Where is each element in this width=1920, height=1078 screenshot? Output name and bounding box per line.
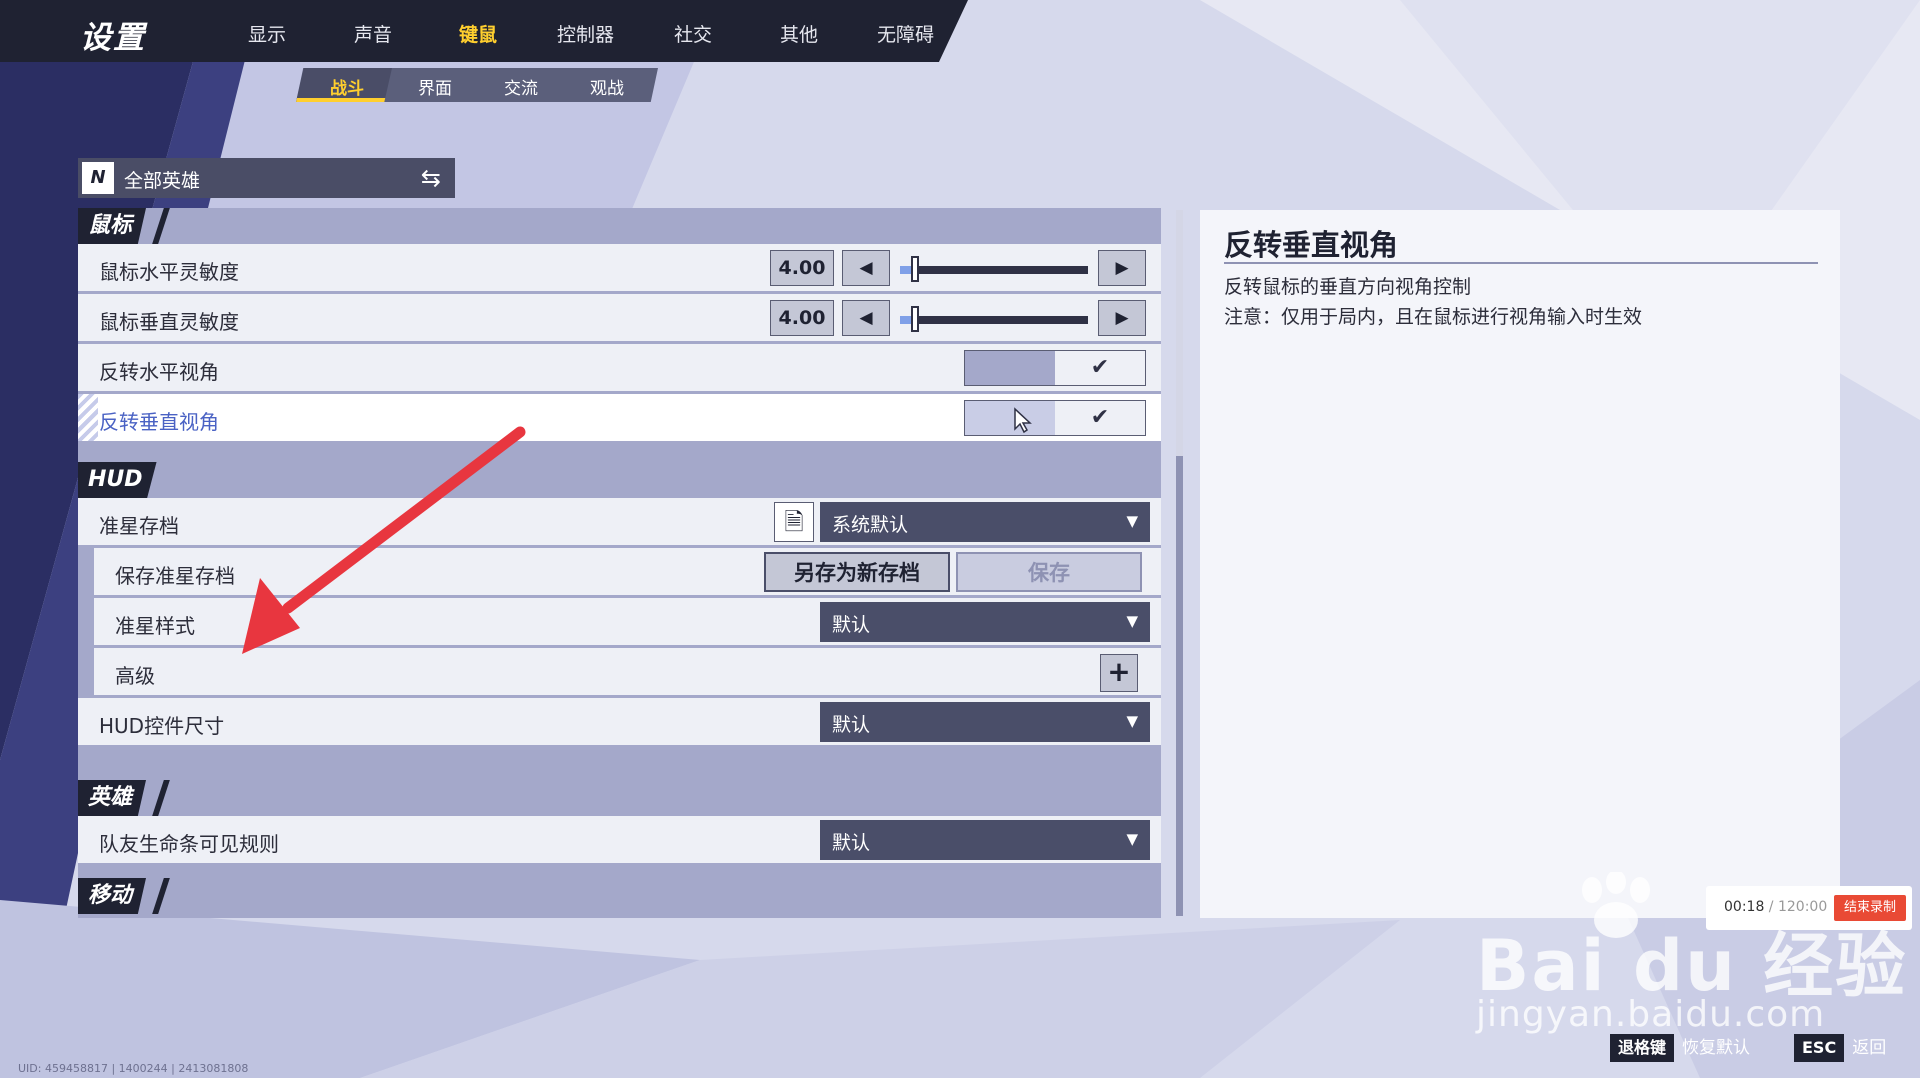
settings-title: 设置 bbox=[80, 20, 146, 56]
invert-horizontal-toggle[interactable]: ✔ bbox=[964, 350, 1146, 386]
dropdown-value: 默认 bbox=[832, 832, 871, 854]
dropdown-value: 系统默认 bbox=[832, 514, 909, 536]
save-file-icon[interactable]: 🗎 bbox=[774, 502, 814, 542]
settings-scrollbar[interactable] bbox=[1176, 210, 1183, 916]
section-divider bbox=[152, 780, 170, 816]
hint-label: 返回 bbox=[1852, 1038, 1887, 1058]
setting-label: 鼠标水平灵敏度 bbox=[99, 260, 239, 284]
setting-row-hud-size: HUD控件尺寸 默认 ▼ bbox=[78, 698, 1161, 748]
setting-label: 准星样式 bbox=[115, 614, 195, 638]
dropdown-value: 默认 bbox=[832, 614, 871, 636]
mouse-cursor-icon bbox=[1014, 407, 1032, 434]
watermark-url: jingyan.baidu.com bbox=[1476, 994, 1826, 1035]
sensitivity-slider-handle[interactable] bbox=[911, 306, 920, 332]
chevron-down-icon: ▼ bbox=[1126, 512, 1138, 530]
section-header-hero: 英雄 bbox=[78, 780, 1161, 816]
subtab-communication[interactable]: 交流 bbox=[504, 74, 538, 99]
teammate-health-dropdown[interactable]: 默认 ▼ bbox=[820, 820, 1150, 860]
save-as-new-button[interactable]: 另存为新存档 bbox=[764, 552, 950, 592]
dropdown-value: 默认 bbox=[832, 714, 871, 736]
decrease-button[interactable]: ◀ bbox=[842, 300, 890, 336]
swap-icon[interactable]: ⇆ bbox=[421, 164, 441, 192]
settings-panel: 鼠标 鼠标水平灵敏度 4.00 ◀ ▶ 鼠标垂直灵敏度 4.00 ◀ ▶ 反转水… bbox=[78, 208, 1161, 918]
subtab-interface[interactable]: 界面 bbox=[418, 74, 452, 99]
setting-row-invert-vertical: 反转垂直视角 ✔ bbox=[78, 394, 1161, 444]
chevron-down-icon: ▼ bbox=[1126, 612, 1138, 630]
decrease-button[interactable]: ◀ bbox=[842, 250, 890, 286]
setting-row-vertical-sensitivity: 鼠标垂直灵敏度 4.00 ◀ ▶ bbox=[78, 294, 1161, 344]
toggle-off-side bbox=[965, 401, 1055, 435]
hint-return[interactable]: ESC 返回 bbox=[1794, 1034, 1886, 1062]
section-title-movement: 移动 bbox=[78, 878, 147, 914]
setting-row-crosshair-style: 准星样式 默认 ▼ bbox=[94, 598, 1161, 648]
tab-social[interactable]: 社交 bbox=[674, 20, 712, 47]
subtab-combat[interactable]: 战斗 bbox=[330, 74, 364, 99]
expand-plus-icon[interactable]: + bbox=[1100, 654, 1138, 692]
setting-row-horizontal-sensitivity: 鼠标水平灵敏度 4.00 ◀ ▶ bbox=[78, 244, 1161, 294]
tab-audio[interactable]: 声音 bbox=[354, 20, 392, 47]
setting-row-crosshair-profile: 准星存档 🗎 系统默认 ▼ bbox=[78, 498, 1161, 548]
invert-vertical-toggle[interactable]: ✔ bbox=[964, 400, 1146, 436]
hud-size-dropdown[interactable]: 默认 ▼ bbox=[820, 702, 1150, 742]
section-divider bbox=[152, 208, 170, 244]
tab-display[interactable]: 显示 bbox=[248, 20, 286, 47]
sensitivity-value-input[interactable]: 4.00 bbox=[770, 300, 834, 336]
setting-label: 反转水平视角 bbox=[99, 360, 219, 384]
description-divider bbox=[1224, 262, 1818, 264]
hint-label: 恢复默认 bbox=[1682, 1038, 1751, 1058]
section-title-mouse: 鼠标 bbox=[78, 208, 147, 244]
setting-label: 反转垂直视角 bbox=[99, 410, 219, 434]
section-header-hud: HUD bbox=[78, 462, 1161, 498]
sensitivity-slider-track[interactable] bbox=[900, 316, 1088, 324]
setting-row-invert-horizontal: 反转水平视角 ✔ bbox=[78, 344, 1161, 394]
hero-selector[interactable]: N 全部英雄 ⇆ bbox=[78, 158, 455, 198]
chevron-down-icon: ▼ bbox=[1126, 830, 1138, 848]
setting-label: 高级 bbox=[115, 664, 155, 688]
tab-other[interactable]: 其他 bbox=[780, 20, 818, 47]
tab-accessibility[interactable]: 无障碍 bbox=[877, 20, 934, 47]
selection-marker bbox=[78, 394, 98, 441]
top-navigation-bar: 设置 显示 声音 键鼠 控制器 社交 其他 无障碍 bbox=[0, 0, 968, 62]
section-divider bbox=[152, 878, 170, 914]
checkmark-icon: ✔ bbox=[1055, 401, 1145, 435]
sub-navigation-bar: 战斗 界面 交流 观战 bbox=[296, 68, 658, 102]
hero-selector-label: 全部英雄 bbox=[124, 170, 201, 192]
backspace-key: 退格键 bbox=[1610, 1034, 1675, 1062]
description-title: 反转垂直视角 bbox=[1224, 228, 1399, 262]
checkmark-icon: ✔ bbox=[1055, 351, 1145, 385]
chevron-down-icon: ▼ bbox=[1126, 712, 1138, 730]
setting-label: HUD控件尺寸 bbox=[99, 714, 225, 738]
setting-label: 准星存档 bbox=[99, 514, 179, 538]
tab-keyboard-mouse[interactable]: 键鼠 bbox=[459, 20, 497, 47]
sensitivity-slider-handle[interactable] bbox=[911, 256, 920, 282]
tab-controller[interactable]: 控制器 bbox=[557, 20, 614, 47]
description-note: 注意：仅用于局内，且在鼠标进行视角输入时生效 bbox=[1224, 306, 1643, 328]
toggle-off-side bbox=[965, 351, 1055, 385]
subtab-spectate[interactable]: 观战 bbox=[590, 74, 624, 99]
save-button[interactable]: 保存 bbox=[956, 552, 1142, 592]
increase-button[interactable]: ▶ bbox=[1098, 300, 1146, 336]
section-header-movement: 移动 bbox=[78, 878, 1161, 914]
uid-text: UID: 459458817 | 1400244 | 2413081808 bbox=[18, 1062, 249, 1075]
setting-label: 鼠标垂直灵敏度 bbox=[99, 310, 239, 334]
scrollbar-thumb[interactable] bbox=[1176, 210, 1183, 456]
sensitivity-value-input[interactable]: 4.00 bbox=[770, 250, 834, 286]
setting-row-save-crosshair: 保存准星存档 另存为新存档 保存 bbox=[94, 548, 1161, 598]
description-panel: 反转垂直视角 反转鼠标的垂直方向视角控制 注意：仅用于局内，且在鼠标进行视角输入… bbox=[1200, 210, 1840, 918]
section-header-mouse: 鼠标 bbox=[78, 208, 1161, 244]
crosshair-profile-dropdown[interactable]: 系统默认 ▼ bbox=[820, 502, 1150, 542]
hint-restore-default[interactable]: 退格键 恢复默认 bbox=[1610, 1034, 1750, 1062]
crosshair-style-dropdown[interactable]: 默认 ▼ bbox=[820, 602, 1150, 642]
description-text: 反转鼠标的垂直方向视角控制 bbox=[1224, 276, 1472, 298]
esc-key: ESC bbox=[1794, 1034, 1845, 1062]
setting-label: 队友生命条可见规则 bbox=[99, 832, 279, 856]
hero-logo-icon: N bbox=[82, 162, 114, 194]
setting-row-advanced: 高级 + bbox=[94, 648, 1161, 698]
increase-button[interactable]: ▶ bbox=[1098, 250, 1146, 286]
setting-label: 保存准星存档 bbox=[115, 564, 235, 588]
sensitivity-slider-track[interactable] bbox=[900, 266, 1088, 274]
setting-row-teammate-health: 队友生命条可见规则 默认 ▼ bbox=[78, 816, 1161, 866]
section-title-hero: 英雄 bbox=[78, 780, 147, 816]
